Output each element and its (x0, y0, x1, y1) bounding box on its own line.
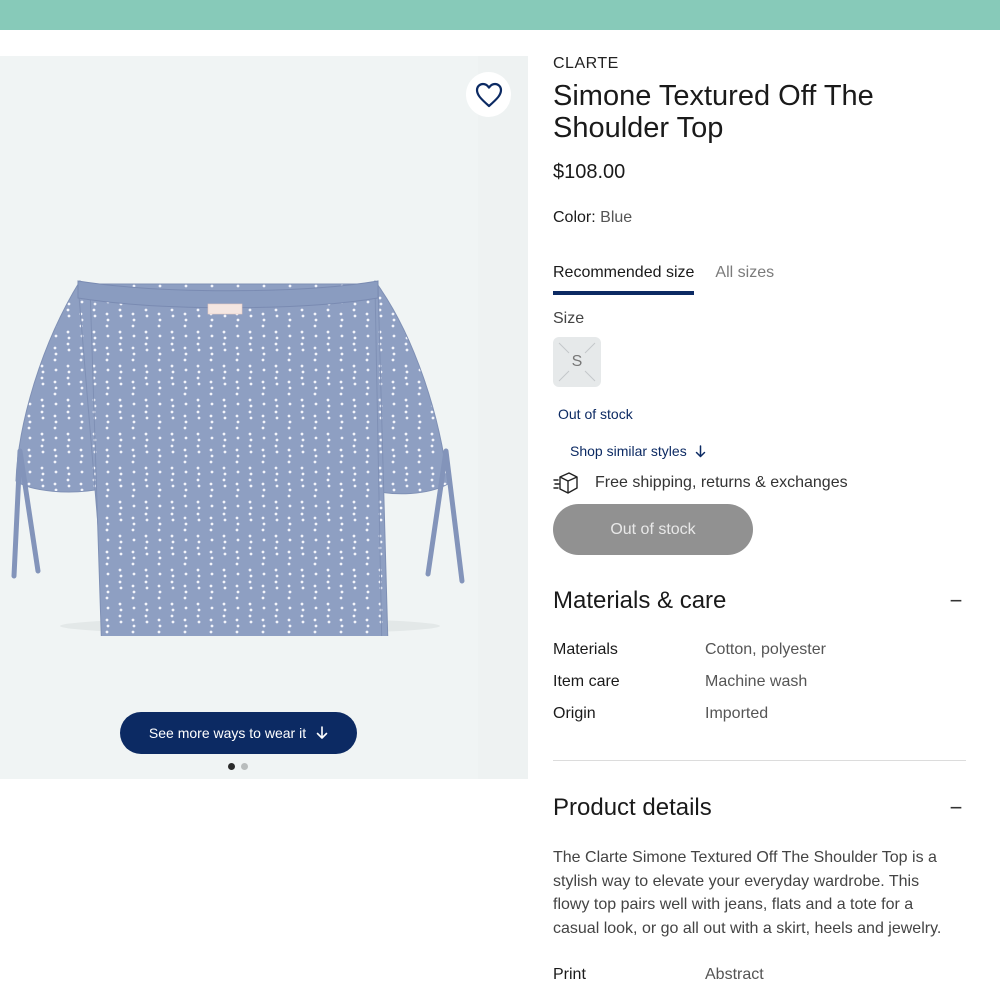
tab-recommended-size[interactable]: Recommended size (553, 264, 695, 295)
spec-row: Materials Cotton, polyester (553, 641, 966, 659)
spec-value: Cotton, polyester (705, 641, 826, 658)
see-more-ways-button[interactable]: See more ways to wear it (120, 712, 357, 754)
see-more-ways-label: See more ways to wear it (148, 725, 307, 741)
tab-all-sizes[interactable]: All sizes (715, 264, 774, 295)
shop-similar-link[interactable]: Shop similar styles (570, 443, 706, 459)
image-panel-edge (478, 56, 528, 779)
product-title: Simone Textured Off The Shoulder Top (553, 80, 874, 144)
spec-row: Origin Imported (553, 705, 966, 723)
color-label: Color: (553, 209, 596, 226)
materials-care-heading: Materials & care (553, 587, 727, 614)
box-icon (553, 472, 578, 494)
size-label: Size (553, 310, 585, 327)
minus-icon[interactable]: − (946, 795, 966, 821)
spec-key: Item care (553, 673, 620, 690)
add-to-cart-button[interactable]: Out of stock (553, 504, 753, 555)
product-details-heading: Product details (553, 794, 712, 821)
arrow-down-icon (316, 726, 328, 739)
size-status: Out of stock (558, 406, 633, 422)
heart-icon (475, 82, 502, 107)
shipping-text: Free shipping, returns & exchanges (595, 474, 848, 491)
product-price: $108.00 (553, 161, 626, 183)
spec-row: Item care Machine wash (553, 673, 966, 691)
gallery-pagination (228, 763, 248, 770)
minus-icon[interactable]: − (946, 588, 966, 614)
brand-name: CLARTE (553, 55, 619, 72)
spec-value: Imported (705, 705, 769, 722)
spec-value: Abstract (705, 966, 764, 983)
gallery-dot[interactable] (241, 763, 248, 770)
promo-banner (0, 0, 1000, 30)
arrow-down-icon (695, 444, 705, 457)
favorite-button[interactable] (466, 72, 511, 117)
spec-key: Origin (553, 705, 596, 722)
spec-key: Print (553, 966, 586, 983)
size-option-s[interactable]: S (553, 337, 601, 387)
product-image-gallery: See more ways to wear it (0, 56, 528, 779)
product-description: The Clarte Simone Textured Off The Shoul… (553, 849, 942, 937)
color-selection: Color: Blue (553, 209, 632, 227)
spec-row: Print Abstract (553, 966, 966, 984)
shop-similar-label: Shop similar styles (570, 443, 687, 459)
gallery-dot[interactable] (228, 763, 235, 770)
spec-value: Machine wash (705, 673, 808, 690)
color-value: Blue (600, 209, 633, 226)
section-divider (553, 760, 966, 761)
spec-key: Materials (553, 641, 618, 658)
size-tabs: Recommended size All sizes (553, 264, 774, 295)
product-details-header[interactable]: Product details − (553, 794, 966, 822)
materials-care-header[interactable]: Materials & care − (553, 587, 966, 615)
size-option-label: S (571, 353, 583, 370)
shipping-info: Free shipping, returns & exchanges (553, 471, 848, 495)
product-image (11, 279, 465, 636)
